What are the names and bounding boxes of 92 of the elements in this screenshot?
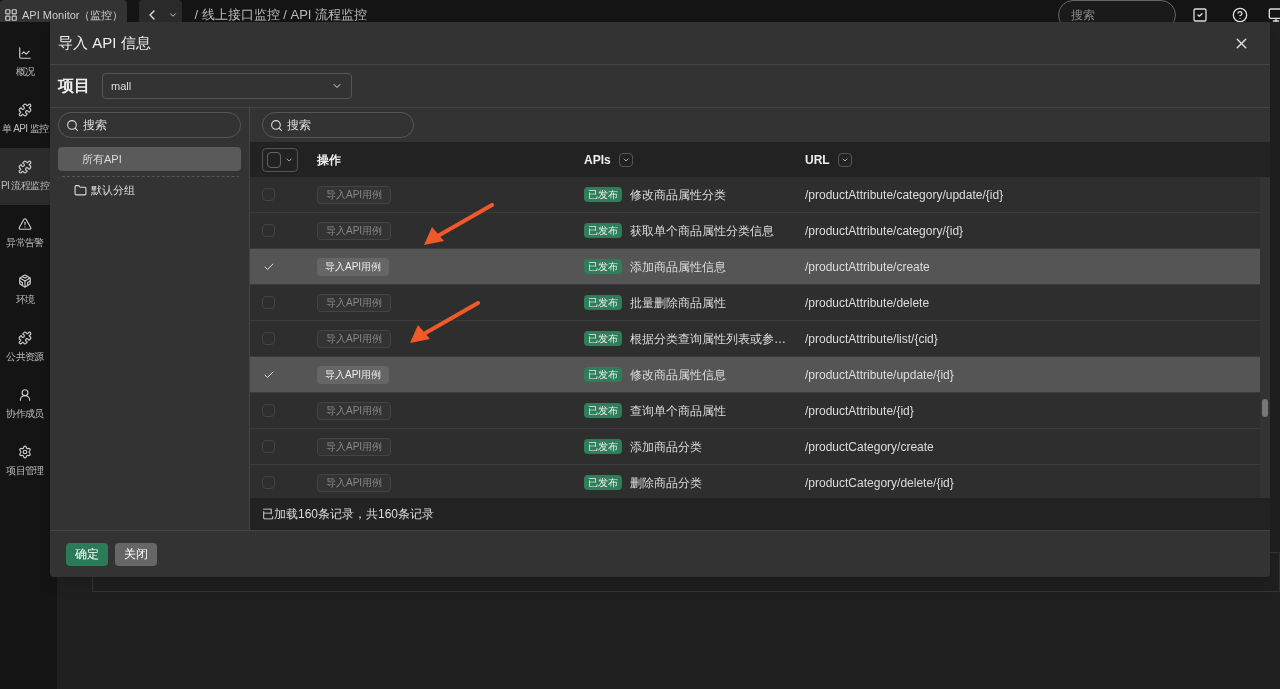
user-icon — [18, 388, 32, 402]
project-select[interactable]: mall — [102, 73, 352, 99]
import-case-button[interactable]: 导入API用例 — [317, 185, 392, 204]
confirm-button[interactable]: 确定 — [66, 542, 108, 566]
api-url: /productAttribute/list/{cid} — [805, 330, 938, 348]
api-name: 添加商品分类 — [630, 438, 702, 456]
import-case-button[interactable]: 导入API用例 — [317, 293, 392, 312]
sidebar-item[interactable]: 概况 — [0, 34, 50, 91]
sort-icon[interactable] — [618, 152, 633, 167]
chart-icon — [18, 46, 32, 60]
task-icon[interactable] — [1192, 7, 1208, 22]
api-name: 查询单个商品属性 — [630, 402, 726, 420]
api-url: /productAttribute/{id} — [805, 402, 914, 420]
table-row[interactable]: 导入API用例 已发布 删除商品分类 /productCategory/delete/{id} — [250, 465, 1260, 498]
api-url: /productCategory/create — [805, 438, 934, 456]
puzzle-icon — [18, 160, 32, 174]
import-case-button[interactable]: 导入API用例 — [317, 329, 392, 348]
close-dialog-button[interactable]: 关闭 — [115, 542, 157, 566]
monitor-icon[interactable] — [1268, 7, 1280, 22]
sidebar-item[interactable]: 公共资源 — [0, 319, 50, 376]
sidebar-item[interactable]: 协作成员 — [0, 376, 50, 433]
api-url: /productAttribute/delete — [805, 294, 930, 312]
table-row[interactable]: 导入API用例 已发布 查询单个商品属性 /productAttribute/{id} — [250, 393, 1260, 429]
search-icon — [270, 119, 283, 132]
search-field[interactable]: 搜索 — [58, 112, 241, 138]
gear-icon — [18, 445, 32, 459]
sort-icon[interactable] — [837, 152, 852, 167]
status-tag: 已发布 — [584, 259, 622, 274]
help-icon[interactable] — [1232, 7, 1248, 22]
dialog-title: 导入 API 信息 — [58, 32, 151, 53]
select-all-checkbox[interactable] — [262, 147, 298, 172]
puzzle-icon — [18, 103, 32, 117]
status-tag: 已发布 — [584, 403, 622, 418]
cube-icon — [18, 274, 32, 288]
import-case-button[interactable]: 导入API用例 — [317, 365, 390, 384]
column-header: 操作 — [317, 151, 341, 169]
column-header: URL — [805, 151, 830, 169]
table-row[interactable]: 导入API用例 已发布 添加商品分类 /productCategory/create — [250, 429, 1260, 465]
table-row[interactable]: 导入API用例 已发布 修改商品属性分类 /productAttribute/category/update/{id} — [250, 177, 1260, 213]
sidebar-item[interactable]: 项目管理 — [0, 433, 50, 490]
api-url: /productAttribute/category/update/{id} — [805, 186, 1004, 204]
sidebar-item[interactable]: PI 流程监控 — [0, 148, 50, 205]
import-case-button[interactable]: 导入API用例 — [317, 221, 392, 240]
table-row[interactable]: 导入API用例 已发布 获取单个商品属性分类信息 /productAttribute/category/{id} — [250, 213, 1260, 249]
arrow-annotation — [408, 301, 480, 345]
api-name: 修改商品属性分类 — [630, 186, 726, 204]
status-tag: 已发布 — [584, 187, 622, 202]
warning-icon — [18, 217, 32, 231]
api-url: /productAttribute/category/{id} — [805, 222, 964, 240]
record-count: 已加载160条记录，共160条记录 — [262, 506, 435, 523]
status-tag: 已发布 — [584, 223, 622, 238]
status-tag: 已发布 — [584, 475, 622, 490]
api-name: 修改商品属性信息 — [630, 366, 726, 384]
status-tag: 已发布 — [584, 367, 622, 382]
api-name: 删除商品分类 — [630, 474, 702, 492]
api-name: 添加商品属性信息 — [630, 258, 726, 276]
api-url: /productAttribute/create — [805, 258, 930, 276]
sidebar-item[interactable]: 环境 — [0, 262, 50, 319]
status-tag: 已发布 — [584, 331, 622, 346]
api-name: 根据分类查询属性列表或参… — [630, 330, 786, 348]
project-label: 项目 — [58, 76, 90, 96]
caret-icon — [168, 10, 179, 20]
import-case-button[interactable]: 导入API用例 — [317, 257, 390, 276]
api-name: 批量删除商品属性 — [630, 294, 726, 312]
table-row[interactable]: 导入API用例 已发布 添加商品属性信息 /productAttribute/create — [250, 249, 1260, 285]
search-icon — [66, 119, 79, 132]
table-row[interactable]: 导入API用例 已发布 批量删除商品属性 /productAttribute/delete — [250, 285, 1260, 321]
folder-icon — [74, 184, 87, 197]
search-field[interactable]: 搜索 — [262, 112, 414, 138]
puzzle-icon — [18, 331, 32, 345]
breadcrumb: / 线上接口监控 / API 流程监控 — [194, 6, 368, 22]
api-name: 获取单个商品属性分类信息 — [630, 222, 774, 240]
search-field[interactable]: 搜索 — [1058, 0, 1176, 22]
status-tag: 已发布 — [584, 295, 622, 310]
api-url: /productCategory/delete/{id} — [805, 474, 954, 492]
sidebar-item[interactable]: 单 API 监控 — [0, 91, 50, 148]
import-case-button[interactable]: 导入API用例 — [317, 473, 392, 492]
scrollbar-thumb[interactable] — [1262, 399, 1268, 417]
column-header: APIs — [584, 151, 611, 169]
grid-icon — [4, 8, 18, 22]
group-item[interactable]: 默认分组 — [58, 176, 241, 204]
group-item[interactable]: 所有API — [58, 147, 241, 171]
app-switcher[interactable]: API Monitor（监控） — [0, 0, 128, 22]
import-case-button[interactable]: 导入API用例 — [317, 437, 392, 456]
arrow-annotation — [422, 203, 494, 247]
table-row[interactable]: 导入API用例 已发布 根据分类查询属性列表或参… /productAttribute/list/{cid} — [250, 321, 1260, 357]
sidebar-item[interactable]: 异常告警 — [0, 205, 50, 262]
nav-buttons[interactable] — [139, 0, 183, 22]
api-url: /productAttribute/update/{id} — [805, 366, 954, 384]
status-tag: 已发布 — [584, 439, 622, 454]
table-row[interactable]: 导入API用例 已发布 修改商品属性信息 /productAttribute/update/{id} — [250, 357, 1260, 393]
import-case-button[interactable]: 导入API用例 — [317, 401, 392, 420]
